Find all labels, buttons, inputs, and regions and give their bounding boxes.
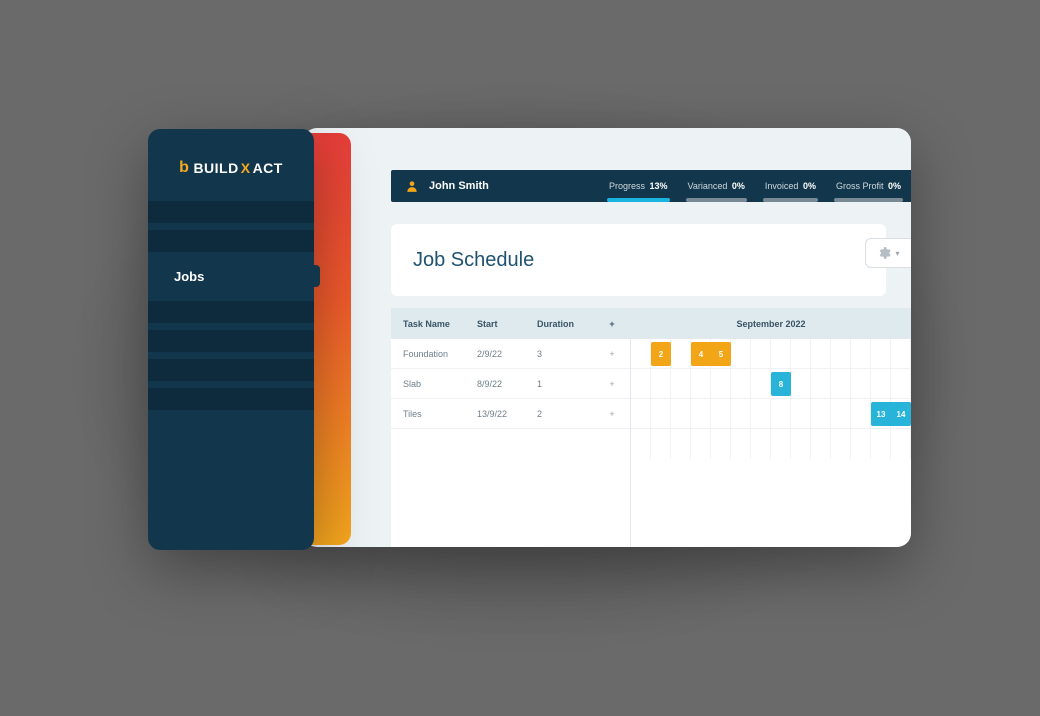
stat-progress[interactable]: Progress 13% (599, 170, 678, 202)
brand-logo: b BUILDXACT (148, 159, 314, 177)
brand-text-build: BUILD (193, 160, 238, 176)
gantt-block[interactable]: 8 (771, 372, 791, 396)
schedule-grid: Task Name Start Duration + Foundation 2/… (391, 308, 911, 547)
sidebar-item[interactable] (148, 330, 314, 352)
col-add[interactable]: + (597, 319, 627, 329)
task-duration: 1 (537, 379, 597, 389)
col-start: Start (477, 319, 537, 329)
brand-text-act: ACT (253, 160, 283, 176)
task-start: 13/9/22 (477, 409, 537, 419)
stat-gross-profit[interactable]: Gross Profit 0% (826, 170, 911, 202)
job-owner: John Smith (391, 179, 571, 193)
gantt-day-label: 4 (697, 350, 705, 359)
sidebar: b BUILDXACT Jobs (148, 129, 314, 550)
task-add[interactable]: + (597, 379, 627, 389)
sidebar-item-jobs[interactable]: Jobs (148, 259, 314, 293)
col-task: Task Name (391, 319, 477, 329)
sidebar-item-label: Jobs (174, 269, 204, 284)
gear-icon (877, 246, 891, 260)
task-name: Slab (391, 379, 477, 389)
chevron-down-icon: ▾ (895, 249, 899, 258)
sidebar-item[interactable] (148, 388, 314, 410)
page-title: Job Schedule (391, 224, 886, 296)
sidebar-item[interactable] (148, 201, 314, 223)
gantt-area: 24581314 (631, 339, 911, 459)
gantt-block[interactable]: 2 (651, 342, 671, 366)
job-owner-name: John Smith (429, 180, 489, 192)
task-row[interactable]: Foundation 2/9/22 3 + (391, 339, 630, 369)
job-header-bar: John Smith Progress 13% Varianced 0% Inv… (391, 170, 911, 202)
gantt-block[interactable]: 45 (691, 342, 731, 366)
app-main-panel: John Smith Progress 13% Varianced 0% Inv… (303, 128, 911, 547)
task-row[interactable]: Slab 8/9/22 1 + (391, 369, 630, 399)
task-duration: 2 (537, 409, 597, 419)
stat-invoiced[interactable]: Invoiced 0% (755, 170, 826, 202)
task-add[interactable]: + (597, 349, 627, 359)
gantt-day-label: 13 (875, 410, 888, 419)
settings-button[interactable]: ▾ (865, 238, 911, 268)
task-row[interactable]: Tiles 13/9/22 2 + (391, 399, 630, 429)
flame-icon: b (179, 159, 189, 177)
task-add[interactable]: + (597, 409, 627, 419)
sidebar-item[interactable] (148, 301, 314, 323)
task-start: 8/9/22 (477, 379, 537, 389)
gantt-day-label: 8 (777, 380, 785, 389)
gantt-day-label: 2 (657, 350, 665, 359)
sidebar-item[interactable] (148, 359, 314, 381)
table-header-row: Task Name Start Duration + (391, 309, 630, 339)
calendar-month: September 2022 (631, 309, 911, 339)
task-name: Tiles (391, 409, 477, 419)
col-duration: Duration (537, 319, 597, 329)
person-icon (405, 179, 419, 193)
gantt-day-label: 5 (717, 350, 725, 359)
stat-varianced[interactable]: Varianced 0% (678, 170, 755, 202)
sidebar-item[interactable] (148, 230, 314, 252)
task-name: Foundation (391, 349, 477, 359)
task-start: 2/9/22 (477, 349, 537, 359)
gantt-block[interactable]: 13 14 (871, 402, 911, 426)
task-duration: 3 (537, 349, 597, 359)
gantt-day-label: 14 (895, 410, 908, 419)
